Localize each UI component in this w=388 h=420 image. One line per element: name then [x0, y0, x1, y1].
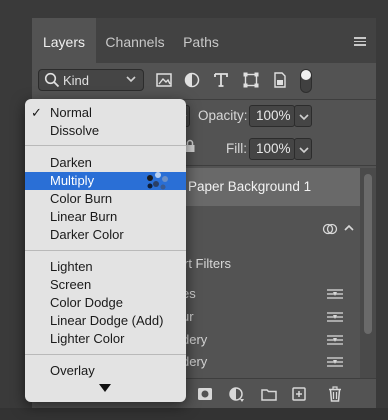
group-folder-icon[interactable] — [260, 385, 278, 403]
filter-blending-options-icon[interactable] — [326, 356, 344, 368]
filter-blending-options-icon[interactable] — [326, 334, 344, 346]
menu-separator — [25, 250, 186, 251]
new-layer-icon[interactable] — [290, 385, 308, 403]
window-frame-top — [0, 0, 388, 18]
fill-field[interactable]: 100% — [249, 138, 295, 160]
chevron-down-icon — [299, 147, 309, 154]
smart-filters-label: rt Filters — [184, 256, 231, 271]
menu-scroll-down-icon[interactable] — [98, 383, 112, 393]
chevron-up-icon[interactable] — [342, 221, 356, 235]
fill-dropdown[interactable] — [294, 138, 312, 160]
filter-toggle[interactable] — [300, 69, 312, 93]
blend-option-lighten[interactable]: Lighten — [25, 258, 186, 276]
smart-object-filter-icon[interactable] — [271, 71, 289, 89]
blend-option-linear-dodge[interactable]: Linear Dodge (Add) — [25, 312, 186, 330]
menu-separator — [25, 145, 186, 146]
tab-channels[interactable]: Channels — [96, 18, 174, 63]
scroll-thumb[interactable] — [364, 174, 372, 334]
fx-effects-icon[interactable] — [322, 221, 338, 237]
filter-blending-options-icon[interactable] — [326, 288, 344, 300]
checkmark-icon: ✓ — [31, 105, 42, 120]
opacity-dropdown[interactable] — [294, 105, 312, 127]
search-icon — [44, 72, 60, 88]
opacity-field[interactable]: 100% — [249, 105, 295, 127]
tab-layers[interactable]: Layers — [32, 18, 96, 63]
menu-separator — [25, 354, 186, 355]
blend-option-multiply[interactable]: Multiply — [25, 172, 186, 190]
blend-option-overlay[interactable]: Overlay — [25, 362, 186, 380]
filter-kind-label: Kind — [63, 72, 90, 88]
adjustment-layer-icon[interactable] — [228, 385, 246, 403]
adjustment-filter-icon[interactable] — [183, 71, 201, 89]
fill-label: Fill: — [226, 141, 247, 156]
blend-option-color-dodge[interactable]: Color Dodge — [25, 294, 186, 312]
blend-option-dissolve[interactable]: Dissolve — [25, 122, 186, 140]
blend-option-darken[interactable]: Darken — [25, 154, 186, 172]
shape-filter-icon[interactable] — [242, 71, 260, 89]
window-frame-bottom — [0, 408, 388, 420]
trash-icon[interactable] — [326, 385, 344, 403]
layer-name: Paper Background 1 — [188, 179, 312, 194]
chevron-down-icon — [299, 114, 309, 121]
blend-option-screen[interactable]: Screen — [25, 276, 186, 294]
blend-mode-menu: ✓ Normal Dissolve Darken Multiply Color B… — [25, 99, 186, 402]
panel-tab-bar: Layers Channels Paths — [32, 18, 376, 63]
blend-option-color-burn[interactable]: Color Burn — [25, 190, 186, 208]
chevron-down-icon — [126, 76, 136, 83]
type-filter-icon[interactable] — [212, 71, 230, 89]
mask-icon[interactable] — [196, 385, 214, 403]
tab-paths[interactable]: Paths — [174, 18, 228, 63]
image-filter-icon[interactable] — [155, 71, 173, 89]
panel-menu-icon[interactable] — [354, 37, 366, 46]
opacity-label: Opacity: — [198, 108, 248, 123]
blend-option-normal[interactable]: ✓ Normal — [25, 104, 186, 122]
window-frame-right — [376, 0, 388, 420]
layers-scrollbar[interactable] — [360, 168, 376, 378]
blend-option-linear-burn[interactable]: Linear Burn — [25, 208, 186, 226]
filter-kind-select[interactable]: Kind — [38, 69, 144, 91]
filter-blending-options-icon[interactable] — [326, 311, 344, 323]
blend-option-darker-color[interactable]: Darker Color — [25, 226, 186, 244]
blend-option-lighter-color[interactable]: Lighter Color — [25, 330, 186, 348]
